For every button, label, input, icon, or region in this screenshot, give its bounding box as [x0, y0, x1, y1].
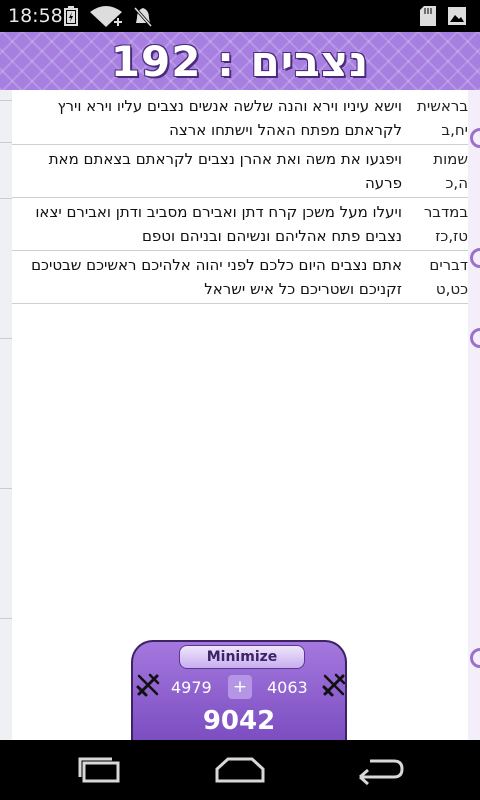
- book-name: במדבר: [423, 203, 468, 221]
- total-count: 9042: [202, 706, 276, 736]
- chapter-verse: ה,כ: [445, 174, 469, 192]
- verse-list: בראשית יח,ב וישא עיניו וירא והנה שלשה אנ…: [12, 92, 468, 304]
- wifi-icon: [88, 6, 124, 32]
- plus-button[interactable]: +: [228, 675, 252, 699]
- book-name: דברים: [429, 256, 468, 274]
- right-count: 4063: [267, 678, 308, 697]
- verse-text: ויפגעו את משה ואת אהרן נצבים לקראתם בצאת…: [48, 150, 402, 192]
- header-banner: נצבים : 192: [0, 32, 480, 90]
- verse-text: וישא עיניו וירא והנה שלשה אנשים נצבים על…: [57, 97, 402, 139]
- counter-panel: Minimize 4979 + 4063 9042: [131, 640, 347, 744]
- verse-text: ויעלו מעל משכן קרח דתן ואבירם מסביב ודתן…: [35, 203, 402, 245]
- verse-reference: שמות ה,כ: [406, 147, 468, 195]
- sword-left-icon[interactable]: [135, 672, 161, 702]
- recent-apps-icon[interactable]: [76, 755, 122, 789]
- chapter-verse: כט,ט: [435, 280, 468, 298]
- minimize-button[interactable]: Minimize: [179, 645, 305, 669]
- image-icon: [448, 6, 466, 30]
- background-activity-edge-left: [0, 88, 12, 740]
- left-count: 4979: [171, 678, 212, 697]
- verse-row[interactable]: דברים כט,ט אתם נצבים היום כלכם לפני יהוה…: [12, 251, 468, 304]
- home-icon[interactable]: [214, 755, 266, 789]
- book-name: שמות: [433, 150, 468, 168]
- book-name: בראשית: [416, 97, 468, 115]
- verse-reference: במדבר טז,כז: [406, 200, 468, 248]
- verse-reference: בראשית יח,ב: [406, 94, 468, 142]
- verse-row[interactable]: שמות ה,כ ויפגעו את משה ואת אהרן נצבים לק…: [12, 145, 468, 198]
- verse-row[interactable]: בראשית יח,ב וישא עיניו וירא והנה שלשה אנ…: [12, 92, 468, 145]
- sword-right-icon[interactable]: [321, 672, 347, 702]
- back-icon[interactable]: [356, 755, 404, 789]
- verse-text: אתם נצבים היום כלכם לפני יהוה אלהיכם ראש…: [31, 256, 402, 298]
- sd-card-icon: [420, 6, 436, 30]
- chapter-verse: יח,ב: [441, 121, 468, 139]
- background-activity-edge-right: [468, 88, 480, 740]
- chapter-verse: טז,כז: [435, 227, 468, 245]
- battery-charging-icon: [64, 6, 78, 30]
- notification-muted-icon: [133, 6, 153, 32]
- status-bar: 18:58: [0, 0, 480, 32]
- navigation-bar: [0, 740, 480, 800]
- verse-row[interactable]: במדבר טז,כז ויעלו מעל משכן קרח דתן ואביר…: [12, 198, 468, 251]
- status-time: 18:58: [8, 5, 63, 27]
- verse-reference: דברים כט,ט: [406, 253, 468, 301]
- page-title: נצבים : 192: [110, 36, 370, 86]
